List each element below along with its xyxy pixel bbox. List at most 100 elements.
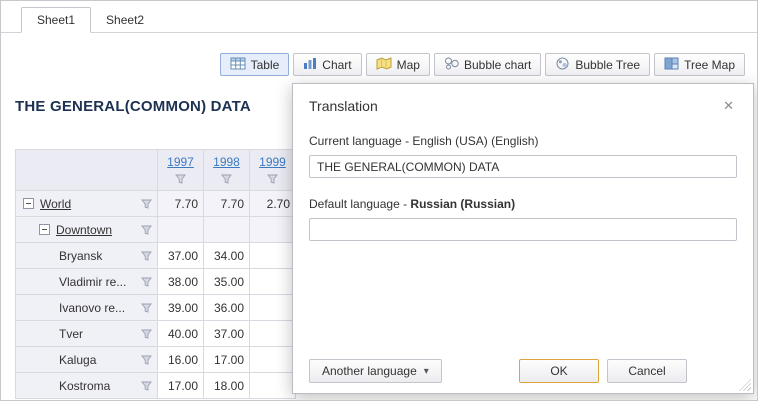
table-icon — [230, 57, 246, 73]
table-row-kostroma: Kostroma 17.00 18.00 — [16, 373, 296, 399]
tree-map-view-button[interactable]: Tree Map — [654, 53, 745, 76]
chart-view-button[interactable]: Chart — [293, 53, 361, 76]
cell-value: 36.00 — [204, 295, 250, 321]
cell-value: 40.00 — [158, 321, 204, 347]
cell-value — [250, 321, 296, 347]
sheet-tabstrip: Sheet1 Sheet2 — [1, 8, 757, 33]
tab-sheet2-label: Sheet2 — [106, 13, 144, 27]
table-row-vladimir: Vladimir re... 38.00 35.00 — [16, 269, 296, 295]
bubble-chart-view-label: Bubble chart — [464, 58, 531, 72]
default-language-label: Default language - Russian (Russian) — [309, 197, 737, 211]
bar-chart-icon — [303, 57, 317, 73]
map-icon — [376, 57, 392, 73]
bubble-chart-icon — [444, 57, 459, 73]
filter-icon[interactable] — [175, 173, 186, 187]
tree-map-view-label: Tree Map — [684, 58, 735, 72]
cell-value — [204, 217, 250, 243]
filter-icon[interactable] — [141, 329, 152, 339]
dialog-title: Translation — [309, 98, 378, 114]
filter-icon[interactable] — [141, 225, 152, 235]
cell-value: 17.00 — [204, 347, 250, 373]
map-view-button[interactable]: Map — [366, 53, 430, 76]
table-row-tver: Tver 40.00 37.00 — [16, 321, 296, 347]
cell-value: 17.00 — [158, 373, 204, 399]
translation-dialog: Translation ✕ Current language - English… — [292, 83, 754, 394]
another-language-button[interactable]: Another language ▾ — [309, 359, 442, 383]
cell-value — [158, 217, 204, 243]
cell-value — [250, 295, 296, 321]
default-translation-input[interactable] — [309, 218, 737, 241]
view-toolbar: Table Chart Map Bubble chart Bubble Tree… — [220, 53, 745, 76]
current-language-label: Current language - English (USA) (Englis… — [309, 134, 737, 148]
cancel-button[interactable]: Cancel — [607, 359, 687, 383]
bubble-tree-icon — [555, 57, 570, 73]
cell-value: 2.70 — [250, 191, 296, 217]
page-title: THE GENERAL(COMMON) DATA — [15, 98, 251, 115]
row-label[interactable]: Bryansk — [59, 249, 102, 263]
cell-value: 35.00 — [204, 269, 250, 295]
filter-icon[interactable] — [141, 199, 152, 209]
cell-value — [250, 373, 296, 399]
cell-value: 7.70 — [204, 191, 250, 217]
filter-icon[interactable] — [141, 251, 152, 261]
column-header-1997: 1997 — [158, 150, 204, 191]
table-view-label: Table — [251, 58, 280, 72]
pivot-header-row: 1997 1998 1999 — [16, 150, 296, 191]
cell-value: 16.00 — [158, 347, 204, 373]
table-row-world: World 7.70 7.70 2.70 — [16, 191, 296, 217]
dialog-footer: Another language ▾ OK Cancel — [309, 359, 737, 383]
table-row-bryansk: Bryansk 37.00 34.00 — [16, 243, 296, 269]
column-header-1999: 1999 — [250, 150, 296, 191]
cell-value — [250, 269, 296, 295]
bubble-tree-view-button[interactable]: Bubble Tree — [545, 53, 650, 76]
bubble-tree-view-label: Bubble Tree — [575, 58, 640, 72]
filter-icon[interactable] — [221, 173, 232, 187]
filter-icon[interactable] — [141, 355, 152, 365]
table-view-button[interactable]: Table — [220, 53, 290, 76]
table-row-ivanovo: Ivanovo re... 39.00 36.00 — [16, 295, 296, 321]
cell-value: 39.00 — [158, 295, 204, 321]
cell-value: 37.00 — [204, 321, 250, 347]
collapse-icon[interactable] — [39, 224, 50, 235]
tab-sheet1-label: Sheet1 — [37, 13, 75, 27]
tab-sheet2[interactable]: Sheet2 — [91, 8, 159, 32]
ok-button[interactable]: OK — [519, 359, 599, 383]
row-label[interactable]: Vladimir re... — [59, 275, 126, 289]
column-link-1999[interactable]: 1999 — [259, 155, 286, 169]
filter-icon[interactable] — [267, 173, 278, 187]
pivot-table: 1997 1998 1999 World 7.70 — [15, 149, 296, 399]
chevron-down-icon: ▾ — [424, 366, 429, 377]
column-header-1998: 1998 — [204, 150, 250, 191]
row-label[interactable]: Tver — [59, 327, 83, 341]
cell-value — [250, 217, 296, 243]
resize-grip[interactable] — [739, 379, 751, 391]
map-view-label: Map — [397, 58, 420, 72]
row-label[interactable]: World — [40, 197, 71, 211]
tree-map-icon — [664, 57, 679, 73]
cell-value: 18.00 — [204, 373, 250, 399]
cell-value: 7.70 — [158, 191, 204, 217]
filter-icon[interactable] — [141, 381, 152, 391]
column-link-1997[interactable]: 1997 — [167, 155, 194, 169]
filter-icon[interactable] — [141, 277, 152, 287]
app-window: Sheet1 Sheet2 Table Chart Map Bubble cha… — [0, 0, 758, 401]
current-translation-input[interactable] — [309, 155, 737, 178]
table-row-kaluga: Kaluga 16.00 17.00 — [16, 347, 296, 373]
filter-icon[interactable] — [141, 303, 152, 313]
cell-value: 38.00 — [158, 269, 204, 295]
tab-sheet1[interactable]: Sheet1 — [21, 7, 91, 33]
cell-value — [250, 347, 296, 373]
cell-value: 34.00 — [204, 243, 250, 269]
row-label[interactable]: Kaluga — [59, 353, 96, 367]
close-icon[interactable]: ✕ — [720, 97, 737, 115]
cell-value: 37.00 — [158, 243, 204, 269]
table-row-downtown: Downtown — [16, 217, 296, 243]
row-label[interactable]: Kostroma — [59, 379, 110, 393]
collapse-icon[interactable] — [23, 198, 34, 209]
row-label[interactable]: Ivanovo re... — [59, 301, 125, 315]
pivot-corner-cell — [16, 150, 158, 191]
row-label[interactable]: Downtown — [56, 223, 112, 237]
cell-value — [250, 243, 296, 269]
column-link-1998[interactable]: 1998 — [213, 155, 240, 169]
bubble-chart-view-button[interactable]: Bubble chart — [434, 53, 541, 76]
